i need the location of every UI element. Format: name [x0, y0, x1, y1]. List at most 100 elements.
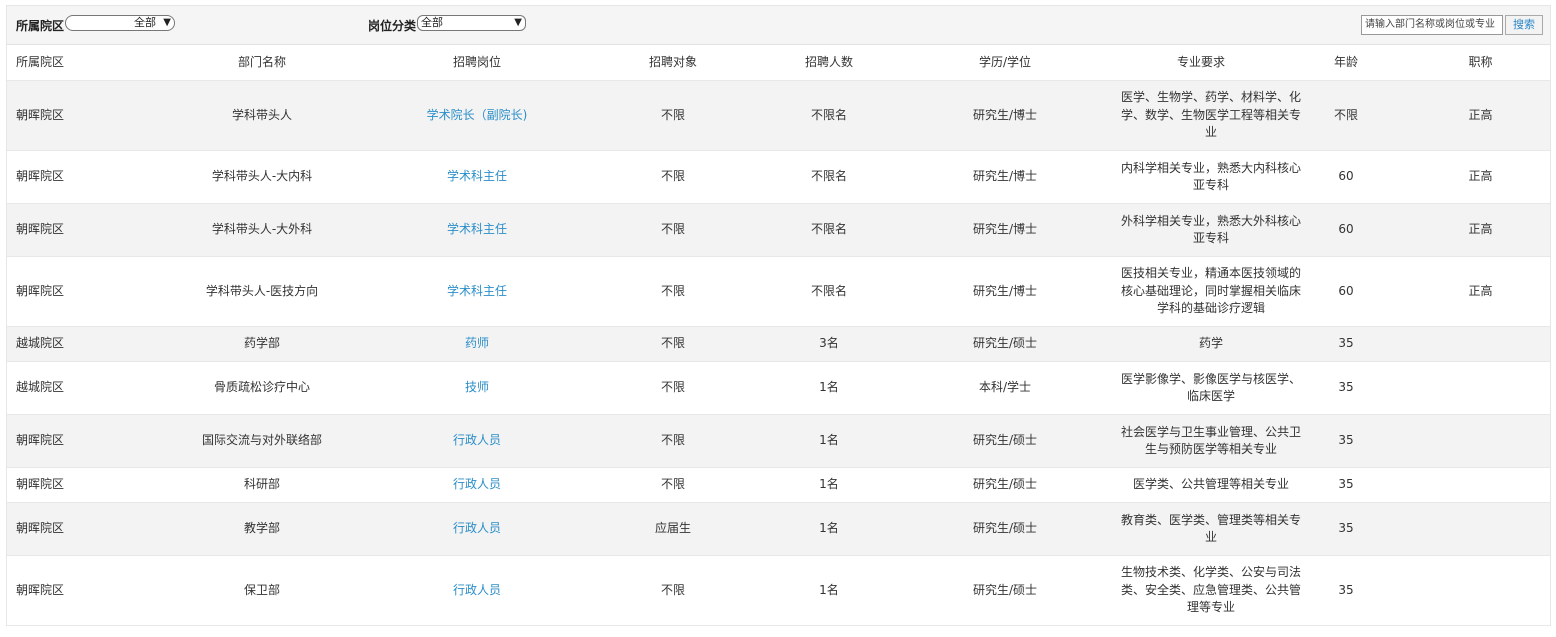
cell-post[interactable]: 行政人员 [377, 502, 577, 556]
cell-post[interactable]: 学术科主任 [377, 256, 577, 327]
major-text: 医学、生物学、药学、材料学、化学、数学、生物医学工程等相关专业 [1121, 90, 1302, 140]
cell-dept: 骨质疏松诊疗中心 [147, 361, 377, 415]
cell-degree: 研究生/博士 [889, 80, 1121, 151]
col-header-dept: 部门名称 [147, 45, 377, 81]
cell-degree: 本科/学士 [889, 361, 1121, 415]
cell-degree: 研究生/硕士 [889, 502, 1121, 556]
post-link[interactable]: 药师 [465, 336, 489, 350]
cell-post[interactable]: 行政人员 [377, 555, 577, 626]
cell-major: 医学、生物学、药学、材料学、化学、数学、生物医学工程等相关专业 [1121, 80, 1301, 151]
cell-count: 不限名 [769, 203, 889, 257]
col-header-age: 年龄 [1281, 45, 1411, 81]
post-link[interactable]: 学术科主任 [447, 284, 507, 298]
cell-title: 正高 [1411, 203, 1550, 257]
cell-post[interactable]: 技师 [377, 361, 577, 415]
cell-major: 医学类、公共管理等相关专业 [1121, 467, 1289, 503]
table-row: 朝晖院区 学科带头人-大内科 学术科主任 不限 不限名 研究生/博士 内科学相关专业，熟悉大… [7, 150, 1550, 204]
recruitment-table: 所属院区 部门名称 招聘岗位 招聘对象 招聘人数 学历/学位 专业要求 年龄 职… [7, 45, 1550, 626]
table-body: 朝晖院区 学科带头人 学术院长（副院长) 不限 不限名 研究生/博士 医学、生物学、药学、材… [7, 80, 1550, 626]
cell-count: 1名 [769, 414, 889, 468]
cell-target: 应届生 [577, 502, 769, 556]
cell-target: 不限 [577, 326, 769, 362]
cell-district: 朝晖院区 [7, 555, 147, 626]
cell-post[interactable]: 学术科主任 [377, 150, 577, 204]
cell-target: 不限 [577, 150, 769, 204]
cell-dept: 学科带头人-大内科 [147, 150, 377, 204]
cell-count: 3名 [769, 326, 889, 362]
recruitment-panel: 所属院区 全部 ▼ 岗位分类 全部 ▼ 请输入部门名称或岗位或专业 搜索 所属院… [6, 5, 1551, 626]
cell-district: 朝晖院区 [7, 502, 147, 556]
post-link[interactable]: 行政人员 [453, 433, 501, 447]
table-row: 朝晖院区 教学部 行政人员 应届生 1名 研究生/硕士 教育类、医学类、管理类等相关专业 35 [7, 502, 1550, 556]
post-link[interactable]: 行政人员 [453, 477, 501, 491]
cell-major: 内科学相关专业，熟悉大内科核心亚专科 [1121, 150, 1301, 204]
post-link[interactable]: 行政人员 [453, 583, 501, 597]
category-select[interactable]: 全部 ▼ [417, 15, 526, 31]
table-row: 朝晖院区 学科带头人 学术院长（副院长) 不限 不限名 研究生/博士 医学、生物学、药学、材… [7, 80, 1550, 151]
post-link[interactable]: 学术科主任 [447, 222, 507, 236]
cell-title [1411, 467, 1550, 503]
major-text: 内科学相关专业，熟悉大内科核心亚专科 [1121, 160, 1302, 193]
cell-title [1411, 502, 1550, 556]
cell-target: 不限 [577, 256, 769, 327]
chevron-down-icon: ▼ [514, 17, 522, 28]
cell-major: 社会医学与卫生事业管理、公共卫生与预防医学等相关专业 [1121, 414, 1301, 468]
cell-major: 教育类、医学类、管理类等相关专业 [1121, 502, 1301, 556]
col-header-count: 招聘人数 [769, 45, 889, 81]
cell-title: 正高 [1411, 80, 1550, 151]
cell-count: 1名 [769, 467, 889, 503]
table-row: 朝晖院区 保卫部 行政人员 不限 1名 研究生/硕士 生物技术类、化学类、公安与司法类、安全… [7, 555, 1550, 626]
table-row: 朝晖院区 学科带头人-大外科 学术科主任 不限 不限名 研究生/博士 外科学相关专业，熟悉大… [7, 203, 1550, 257]
cell-major: 生物技术类、化学类、公安与司法类、安全类、应急管理类、公共管理等专业 [1121, 555, 1301, 626]
search-button[interactable]: 搜索 [1505, 15, 1543, 35]
cell-dept: 保卫部 [147, 555, 377, 626]
cell-district: 朝晖院区 [7, 467, 147, 503]
cell-target: 不限 [577, 555, 769, 626]
cell-district: 朝晖院区 [7, 256, 147, 327]
district-filter-label: 所属院区 [16, 19, 65, 33]
cell-degree: 研究生/硕士 [889, 467, 1121, 503]
col-header-degree: 学历/学位 [889, 45, 1121, 81]
cell-major: 外科学相关专业，熟悉大外科核心亚专科 [1121, 203, 1301, 257]
post-link[interactable]: 学术科主任 [447, 169, 507, 183]
table-row: 朝晖院区 学科带头人-医技方向 学术科主任 不限 不限名 研究生/博士 医技相关专业，精通本… [7, 256, 1550, 327]
cell-title [1411, 555, 1550, 626]
cell-degree: 研究生/硕士 [889, 326, 1121, 362]
table-row: 朝晖院区 国际交流与对外联络部 行政人员 不限 1名 研究生/硕士 社会医学与卫生事业管理、… [7, 414, 1550, 468]
cell-post[interactable]: 学术科主任 [377, 203, 577, 257]
cell-district: 朝晖院区 [7, 150, 147, 204]
cell-post[interactable]: 学术院长（副院长) [377, 80, 577, 151]
cell-dept: 药学部 [147, 326, 377, 362]
post-link[interactable]: 学术院长（副院长) [427, 108, 528, 122]
cell-district: 朝晖院区 [7, 80, 147, 151]
col-header-major: 专业要求 [1121, 45, 1281, 81]
cell-count: 1名 [769, 555, 889, 626]
cell-dept: 学科带头人-医技方向 [147, 256, 377, 327]
cell-post[interactable]: 行政人员 [377, 467, 577, 503]
major-text: 医技相关专业，精通本医技领域的核心基础理论，同时掌握相关临床学科的基础诊疗逻辑 [1121, 266, 1302, 316]
post-link[interactable]: 技师 [465, 380, 489, 394]
table-header-row: 所属院区 部门名称 招聘岗位 招聘对象 招聘人数 学历/学位 专业要求 年龄 职… [7, 45, 1550, 81]
col-header-post: 招聘岗位 [377, 45, 577, 81]
cell-dept: 学科带头人 [147, 80, 377, 151]
cell-district: 越城院区 [7, 326, 147, 362]
cell-major: 医技相关专业，精通本医技领域的核心基础理论，同时掌握相关临床学科的基础诊疗逻辑 [1121, 256, 1301, 327]
major-text: 教育类、医学类、管理类等相关专业 [1121, 512, 1302, 545]
cell-district: 朝晖院区 [7, 203, 147, 257]
cell-title [1411, 361, 1550, 415]
cell-degree: 研究生/硕士 [889, 555, 1121, 626]
category-select-value: 全部 [421, 16, 443, 29]
cell-target: 不限 [577, 80, 769, 151]
cell-post[interactable]: 药师 [377, 326, 577, 362]
post-link[interactable]: 行政人员 [453, 521, 501, 535]
major-text: 外科学相关专业，熟悉大外科核心亚专科 [1121, 213, 1302, 246]
cell-dept: 国际交流与对外联络部 [147, 414, 377, 468]
table-row: 朝晖院区 科研部 行政人员 不限 1名 研究生/硕士 医学类、公共管理等相关专业 35 [7, 467, 1550, 503]
cell-post[interactable]: 行政人员 [377, 414, 577, 468]
cell-target: 不限 [577, 361, 769, 415]
major-text: 医学类、公共管理等相关专业 [1132, 477, 1289, 492]
search-input[interactable]: 请输入部门名称或岗位或专业 [1361, 15, 1503, 35]
district-select[interactable]: 全部 ▼ [65, 15, 175, 31]
cell-title [1411, 326, 1550, 362]
col-header-title: 职称 [1411, 45, 1550, 81]
